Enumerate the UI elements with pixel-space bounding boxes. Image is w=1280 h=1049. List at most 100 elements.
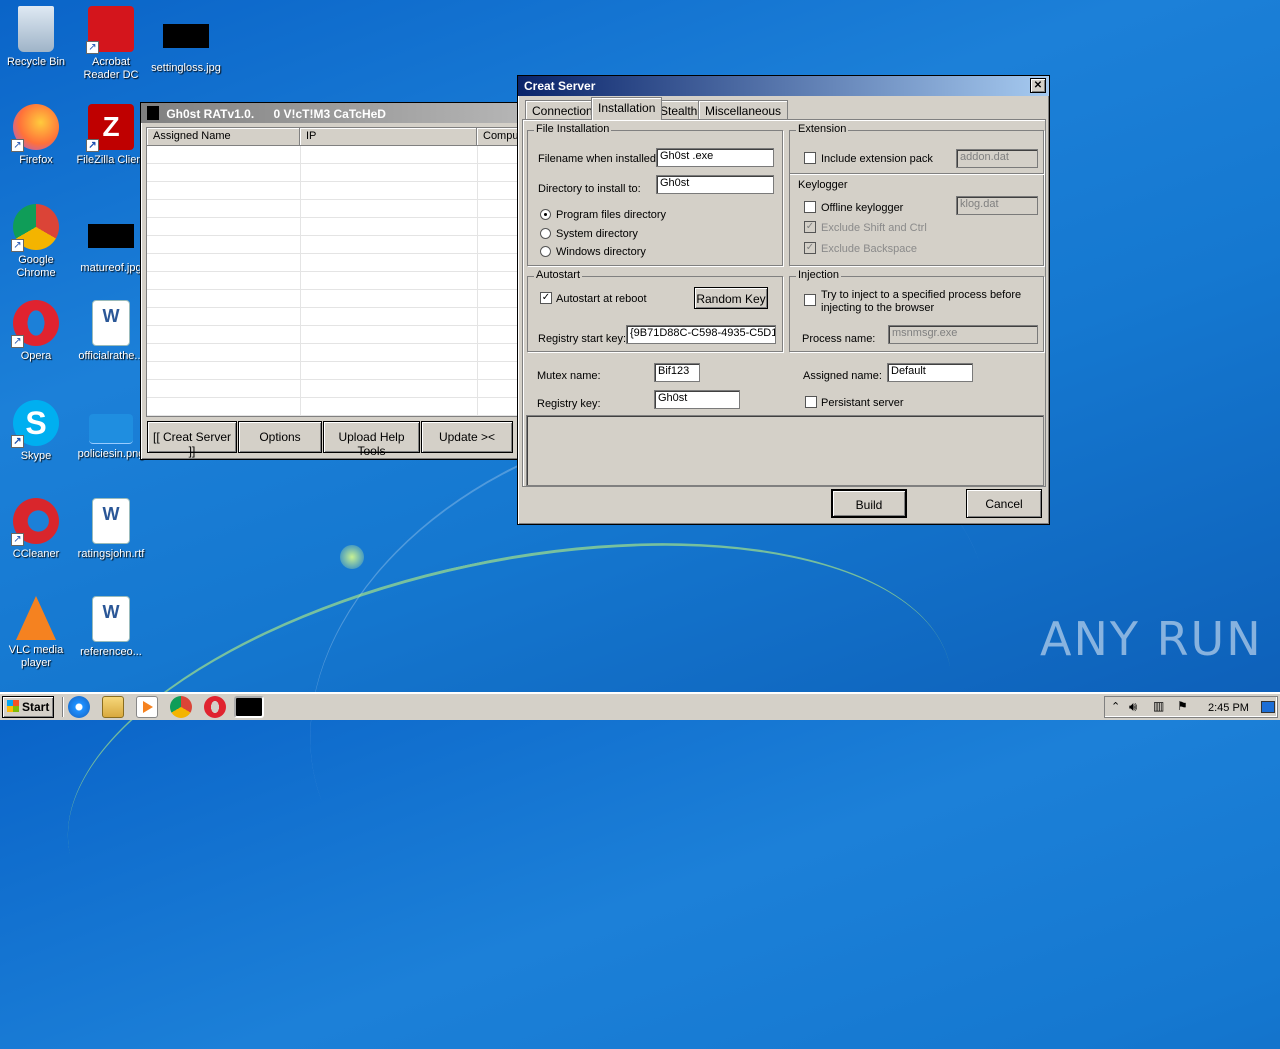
media-player-icon[interactable] <box>136 696 158 718</box>
creat-server-button[interactable]: [[ Creat Server ]] <box>147 421 237 458</box>
opera-taskbar-icon[interactable] <box>204 696 226 718</box>
upload-help-tools-button[interactable]: Upload Help Tools <box>323 421 420 458</box>
filename-input[interactable]: Gh0st .exe <box>656 148 774 167</box>
clock[interactable]: 2:45 PM <box>1208 702 1249 714</box>
group-title: Autostart <box>534 269 583 281</box>
vlc-icon <box>16 596 56 640</box>
network-icon[interactable]: ▥ <box>1153 699 1164 713</box>
output-area <box>526 415 1044 486</box>
desktop-icon-skype[interactable]: S ↗ Skype <box>0 400 74 463</box>
directory-input[interactable]: Gh0st <box>656 175 774 194</box>
ccleaner-icon: ↗ <box>11 498 59 546</box>
exclude-shift-checkbox: ✓ <box>804 221 816 233</box>
divider <box>790 173 1044 174</box>
tab-miscellaneous[interactable]: Miscellaneous <box>698 100 789 120</box>
filezilla-icon: Z ↗ <box>86 104 134 152</box>
dialog-titlebar[interactable]: Creat Server ✕ <box>518 76 1049 96</box>
volume-icon[interactable]: 🔊︎ <box>1129 699 1137 715</box>
skype-icon: S ↗ <box>11 400 59 448</box>
column-ip[interactable]: IP <box>300 128 477 146</box>
taskbar-divider <box>62 697 64 717</box>
desktop-icon-ratingsjohn[interactable]: W ratingsjohn.rtf <box>73 498 149 561</box>
internet-explorer-icon[interactable] <box>68 696 90 718</box>
desktop-icon-settingloss[interactable]: settingloss.jpg <box>148 12 224 75</box>
assigned-name-input[interactable]: Default <box>887 363 973 382</box>
cancel-button[interactable]: Cancel <box>966 489 1042 518</box>
radio-windows-directory[interactable] <box>540 246 551 257</box>
offline-keylogger-label[interactable]: Offline keylogger <box>821 202 903 214</box>
system-tray: ⌃ 🔊︎ ▥ ⚑ 2:45 PM <box>1104 696 1278 718</box>
column-assigned-name[interactable]: Assigned Name <box>147 128 300 146</box>
chrome-taskbar-icon[interactable] <box>170 696 192 718</box>
radio-program-files[interactable] <box>540 209 551 220</box>
gh0st-victims-count: 0 V!cT!M3 CaTcHeD <box>273 107 386 121</box>
taskbar: Start ⌃ 🔊︎ ▥ ⚑ 2:45 PM <box>0 692 1280 720</box>
desktop-icon-matureof[interactable]: matureof.jpg <box>73 210 149 275</box>
process-name-label: Process name: <box>802 333 876 345</box>
persistant-server-checkbox[interactable] <box>805 396 817 408</box>
file-installation-group: File Installation Filename when installe… <box>527 123 783 266</box>
show-hidden-icons-icon[interactable]: ⌃ <box>1111 700 1120 713</box>
radio-system-directory-label[interactable]: System directory <box>556 228 638 240</box>
extension-file-input: addon.dat <box>956 149 1038 168</box>
radio-system-directory[interactable] <box>540 228 551 239</box>
desktop-icon-ccleaner[interactable]: ↗ CCleaner <box>0 498 74 561</box>
registry-key-label: Registry key: <box>537 398 601 410</box>
windows-logo-icon <box>7 700 19 712</box>
close-icon[interactable]: ✕ <box>1030 78 1046 93</box>
desktop-icon-firefox[interactable]: ↗ Firefox <box>0 104 74 167</box>
desktop-icon-opera[interactable]: ↗ Opera <box>0 300 74 363</box>
column-divider <box>300 146 301 416</box>
show-desktop-icon[interactable] <box>1261 701 1275 713</box>
column-computer[interactable]: Comput <box>477 128 520 146</box>
include-extension-checkbox[interactable] <box>804 152 816 164</box>
directory-label: Directory to install to: <box>538 183 641 195</box>
word-document-icon: W <box>92 596 130 642</box>
desktop-icon-policiesin[interactable]: policiesin.png <box>73 408 149 461</box>
victims-list[interactable]: Assigned Name IP Comput <box>146 127 521 417</box>
action-center-flag-icon[interactable]: ⚑ <box>1177 699 1188 713</box>
opera-icon: ↗ <box>11 300 59 348</box>
column-divider <box>477 146 478 416</box>
keylogger-title: Keylogger <box>798 179 848 191</box>
gh0st-taskbar-button[interactable] <box>234 696 264 718</box>
mutex-name-input[interactable]: Bif123 <box>654 363 700 382</box>
group-title: Extension <box>796 123 849 135</box>
inject-process-label[interactable]: Try to inject to a specified process bef… <box>821 289 1021 301</box>
desktop-icon-chrome[interactable]: ↗ Google Chrome <box>0 204 74 280</box>
file-explorer-icon[interactable] <box>102 696 124 718</box>
desktop-icon-filezilla[interactable]: Z ↗ FileZilla Client <box>73 104 149 167</box>
desktop-icon-officialrathe[interactable]: W officialrathe... <box>73 300 149 363</box>
tab-installation[interactable]: Installation <box>591 97 663 120</box>
tab-strip: Connection Installation Stealth Miscella… <box>522 97 1046 120</box>
desktop-icon-acrobat[interactable]: ↗ Acrobat Reader DC <box>73 6 149 82</box>
desktop-icon-referenceo[interactable]: W referenceo... <box>73 596 149 659</box>
gh0st-titlebar[interactable]: Gh0st RATv1.0. 0 V!cT!M3 CaTcHeD <box>141 103 519 123</box>
include-extension-label[interactable]: Include extension pack <box>821 153 933 165</box>
persistant-server-label[interactable]: Persistant server <box>821 397 904 409</box>
build-button[interactable]: Build <box>831 489 907 518</box>
radio-windows-directory-label[interactable]: Windows directory <box>556 246 646 258</box>
start-label: Start <box>22 700 50 714</box>
registry-start-key-input[interactable]: {9B71D88C-C598-4935-C5D1- <box>626 325 776 344</box>
inject-process-checkbox[interactable] <box>804 294 816 306</box>
gh0st-app-icon <box>147 106 159 120</box>
anyrun-watermark: ANY RUN <box>1040 612 1263 666</box>
gh0st-title: Gh0st RATv1.0. <box>166 107 255 121</box>
registry-key-input[interactable]: Gh0st <box>654 390 740 409</box>
radio-program-files-label[interactable]: Program files directory <box>556 209 666 221</box>
desktop-icon-recycle-bin[interactable]: Recycle Bin <box>0 6 74 69</box>
options-button[interactable]: Options <box>238 421 322 453</box>
update-button[interactable]: Update >< <box>421 421 513 453</box>
random-key-button[interactable]: Random Key <box>694 287 768 309</box>
gh0st-window: Gh0st RATv1.0. 0 V!cT!M3 CaTcHeD Assigne… <box>140 102 521 460</box>
offline-keylogger-checkbox[interactable] <box>804 201 816 213</box>
autostart-reboot-label[interactable]: Autostart at reboot <box>556 293 647 305</box>
desktop-icon-vlc[interactable]: VLC media player <box>0 596 74 670</box>
start-button[interactable]: Start <box>2 696 54 718</box>
autostart-reboot-checkbox[interactable]: ✓ <box>540 292 552 304</box>
tab-connection[interactable]: Connection <box>525 100 600 120</box>
installation-panel: File Installation Filename when installe… <box>522 119 1046 487</box>
process-name-input: msnmsgr.exe <box>888 325 1038 344</box>
mutex-name-label: Mutex name: <box>537 370 601 382</box>
